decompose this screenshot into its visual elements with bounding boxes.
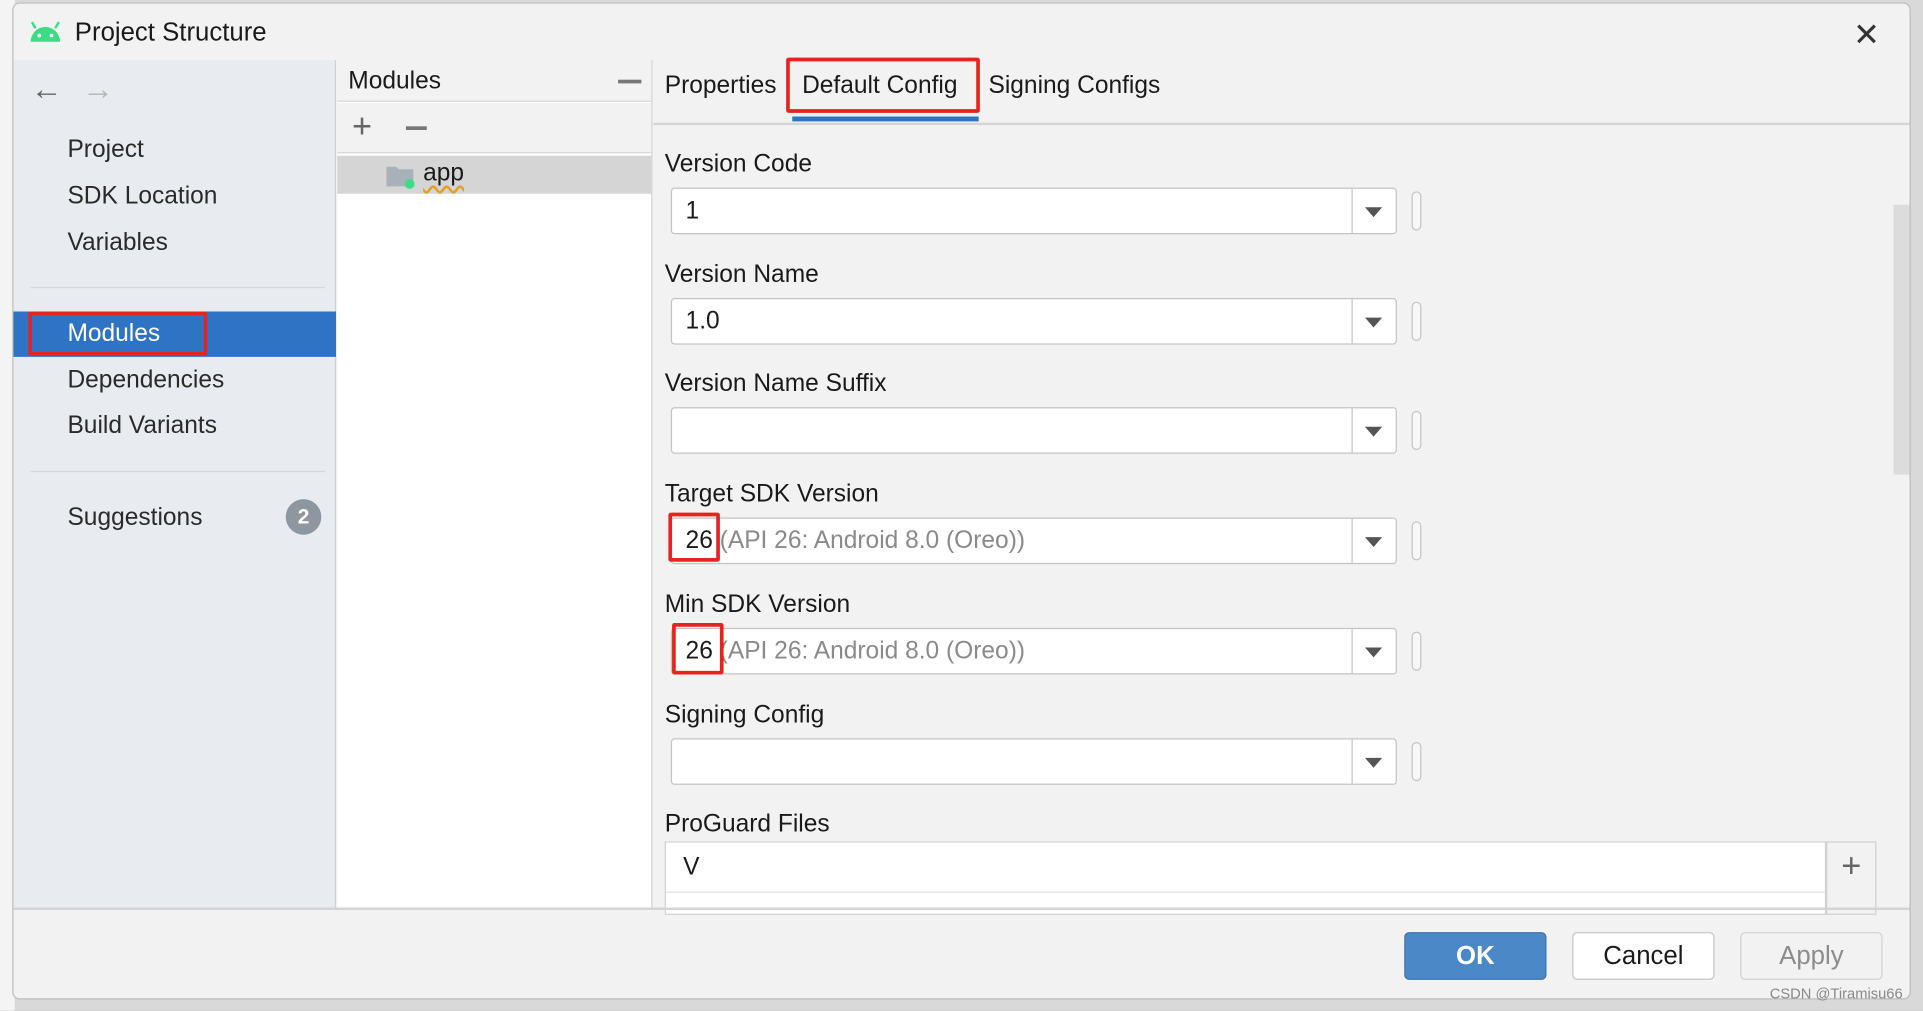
chevron-down-icon[interactable] (1364, 537, 1383, 548)
suggestions-count-badge: 2 (285, 499, 322, 535)
min-sdk-version-label: Min SDK Version (664, 590, 851, 618)
close-icon[interactable]: ✕ (1853, 16, 1880, 54)
android-icon (30, 21, 61, 42)
highlight-box (786, 57, 980, 113)
modules-header: Modules (348, 67, 442, 95)
apply-button[interactable]: Apply (1740, 932, 1883, 980)
cancel-button[interactable]: Cancel (1572, 932, 1715, 980)
chevron-down-icon[interactable] (1364, 207, 1383, 218)
tab-signing-configs[interactable]: Signing Configs (988, 72, 1160, 100)
collapse-icon[interactable] (618, 79, 642, 84)
target-sdk-version-combo[interactable]: 26 (API 26: Android 8.0 (Oreo)) (670, 517, 1397, 565)
module-name: app (423, 159, 465, 187)
min-sdk-version-extra-button[interactable] (1411, 631, 1422, 671)
add-proguard-file-icon[interactable]: + (1826, 841, 1877, 915)
proguard-files-list[interactable]: V (664, 841, 1827, 915)
list-item[interactable]: app (337, 155, 652, 194)
sidebar-item-build-variants[interactable]: Build Variants (13, 403, 336, 448)
signing-config-extra-button[interactable] (1411, 741, 1422, 781)
tab-properties[interactable]: Properties (665, 72, 777, 100)
version-name-combo[interactable]: 1.0 (670, 297, 1397, 345)
window-title: Project Structure (74, 18, 267, 47)
scrollbar[interactable] (1893, 204, 1910, 475)
sidebar-item-variables[interactable]: Variables (13, 221, 336, 266)
version-name-suffix-label: Version Name Suffix (664, 370, 887, 398)
target-sdk-version-extra-button[interactable] (1411, 521, 1422, 561)
sidebar: ← → Project SDK Location Variables Modul… (13, 60, 337, 909)
remove-icon[interactable] (405, 126, 427, 130)
target-sdk-version-value: 26 (API 26: Android 8.0 (Oreo)) (685, 527, 1026, 555)
chevron-down-icon[interactable] (1364, 647, 1383, 658)
highlight-box (672, 622, 724, 675)
chevron-down-icon[interactable] (1364, 757, 1383, 768)
divider (30, 470, 325, 473)
project-structure-dialog: Project Structure ✕ ← → Project SDK Loca… (12, 2, 1911, 1000)
divider (30, 286, 325, 289)
modules-toolbar (337, 103, 652, 154)
sidebar-item-sdk-location[interactable]: SDK Location (13, 174, 336, 219)
ok-button[interactable]: OK (1404, 932, 1547, 980)
signing-config-combo[interactable] (670, 737, 1397, 785)
sidebar-item-dependencies[interactable]: Dependencies (13, 358, 336, 403)
version-code-label: Version Code (664, 150, 812, 178)
min-sdk-version-value: 26 (API 26: Android 8.0 (Oreo)) (685, 637, 1026, 665)
chevron-down-icon[interactable] (1364, 317, 1383, 328)
version-name-suffix-combo[interactable] (670, 407, 1397, 455)
arrow-right-icon[interactable]: → (82, 70, 114, 108)
version-name-label: Version Name (664, 260, 819, 288)
version-code-extra-button[interactable] (1411, 191, 1422, 231)
active-tab-indicator (792, 116, 979, 122)
modules-panel: Modules + app (337, 60, 653, 909)
watermark: CSDN @Tiramisu66 (1769, 984, 1903, 1002)
highlight-box (668, 512, 720, 562)
arrow-left-icon[interactable]: ← (31, 70, 63, 108)
chevron-down-icon[interactable] (1364, 427, 1383, 438)
add-icon[interactable]: + (352, 107, 372, 146)
signing-config-label: Signing Config (664, 700, 825, 728)
module-folder-icon (386, 166, 415, 189)
module-config-panel: Properties Default Config Signing Config… (653, 57, 1910, 915)
proguard-label: ProGuard Files (664, 810, 830, 838)
target-sdk-version-label: Target SDK Version (664, 480, 879, 508)
min-sdk-version-combo[interactable]: 26 (API 26: Android 8.0 (Oreo)) (670, 627, 1397, 675)
version-name-extra-button[interactable] (1411, 301, 1422, 341)
version-code-value: 1 (685, 197, 700, 225)
proguard-file-item[interactable]: V (683, 854, 699, 882)
version-name-value: 1.0 (685, 307, 720, 335)
highlight-box (28, 311, 208, 356)
version-name-suffix-extra-button[interactable] (1411, 411, 1422, 451)
sidebar-item-project[interactable]: Project (13, 128, 336, 173)
version-code-combo[interactable]: 1 (670, 187, 1397, 235)
